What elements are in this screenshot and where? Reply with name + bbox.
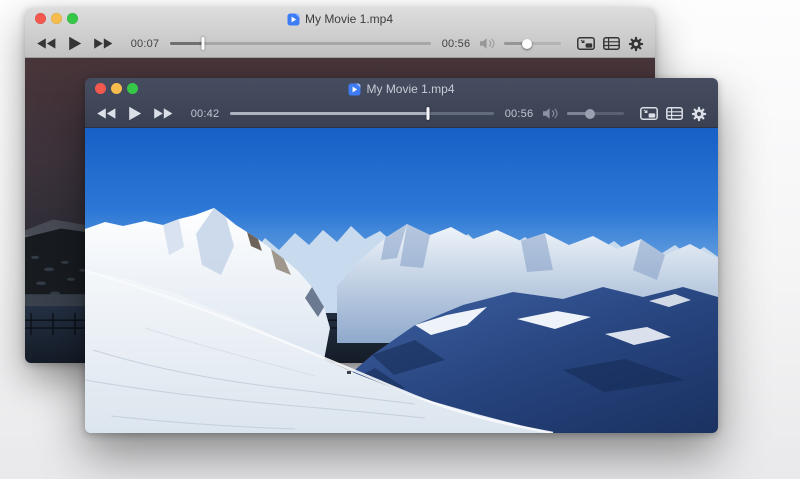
mute-button[interactable] (542, 107, 561, 120)
seek-elapsed (230, 112, 428, 115)
zoom-button[interactable] (67, 13, 78, 24)
pip-button[interactable] (577, 37, 595, 50)
titlebar[interactable]: My Movie 1.mp4 (25, 8, 655, 30)
play-button[interactable] (128, 106, 142, 121)
playhead[interactable] (201, 37, 205, 50)
zoom-button[interactable] (127, 83, 138, 94)
rewind-button[interactable] (36, 38, 57, 49)
pip-icon (640, 107, 658, 120)
window-chrome: My Movie 1.mp4 00:07 00:56 (25, 8, 655, 58)
window-title-text: My Movie 1.mp4 (366, 82, 455, 96)
play-icon (69, 36, 82, 51)
titlebar[interactable]: My Movie 1.mp4 (85, 78, 718, 100)
seek-elapsed (170, 42, 203, 45)
rewind-button[interactable] (96, 108, 117, 119)
gear-icon (628, 36, 644, 51)
speaker-icon (543, 108, 558, 119)
speaker-icon (480, 38, 495, 49)
rewind-icon (37, 38, 56, 49)
mute-button[interactable] (479, 37, 498, 50)
movie-file-icon (287, 13, 300, 25)
fast-forward-button[interactable] (93, 38, 114, 49)
rewind-icon (97, 108, 116, 119)
volume-knob[interactable] (521, 38, 532, 49)
snowy-alps-scene (85, 128, 718, 433)
fast-forward-icon (94, 38, 113, 49)
player-window-foreground[interactable]: My Movie 1.mp4 00:42 00:56 (85, 78, 718, 433)
chapters-button[interactable] (603, 37, 620, 50)
volume-slider[interactable] (504, 38, 561, 50)
play-icon (129, 106, 142, 121)
playhead[interactable] (426, 107, 430, 120)
seek-track (170, 42, 431, 45)
chapters-button[interactable] (666, 107, 683, 120)
volume-knob[interactable] (584, 108, 595, 119)
movie-file-icon (348, 83, 361, 95)
elapsed-time: 00:07 (130, 37, 160, 50)
window-title: My Movie 1.mp4 (287, 13, 393, 26)
traffic-lights (95, 83, 138, 94)
fast-forward-button[interactable] (153, 108, 174, 119)
chapters-icon (603, 37, 620, 50)
video-content-alps[interactable] (85, 128, 718, 433)
close-button[interactable] (95, 83, 106, 94)
window-chrome: My Movie 1.mp4 00:42 00:56 (85, 78, 718, 128)
settings-button[interactable] (628, 36, 644, 52)
minimize-button[interactable] (51, 13, 62, 24)
minimize-button[interactable] (111, 83, 122, 94)
playback-controls: 00:07 00:56 (25, 30, 655, 57)
window-title-text: My Movie 1.mp4 (304, 12, 394, 26)
traffic-lights (35, 13, 78, 24)
playback-controls: 00:42 00:56 (85, 100, 718, 127)
desktop: My Movie 1.mp4 00:07 00:56 My Movie 1.mp… (0, 0, 800, 479)
gear-icon (691, 106, 707, 121)
play-button[interactable] (68, 36, 82, 51)
pip-icon (577, 37, 595, 50)
elapsed-time: 00:42 (190, 107, 220, 120)
duration-time: 00:56 (441, 37, 471, 50)
window-title: My Movie 1.mp4 (348, 82, 455, 96)
settings-button[interactable] (691, 106, 707, 122)
pip-button[interactable] (640, 107, 658, 120)
close-button[interactable] (35, 13, 46, 24)
seek-slider[interactable] (170, 37, 431, 50)
duration-time: 00:56 (504, 107, 534, 120)
fast-forward-icon (154, 108, 173, 119)
chapters-icon (666, 107, 683, 120)
volume-slider[interactable] (567, 108, 624, 120)
seek-slider[interactable] (230, 107, 494, 120)
